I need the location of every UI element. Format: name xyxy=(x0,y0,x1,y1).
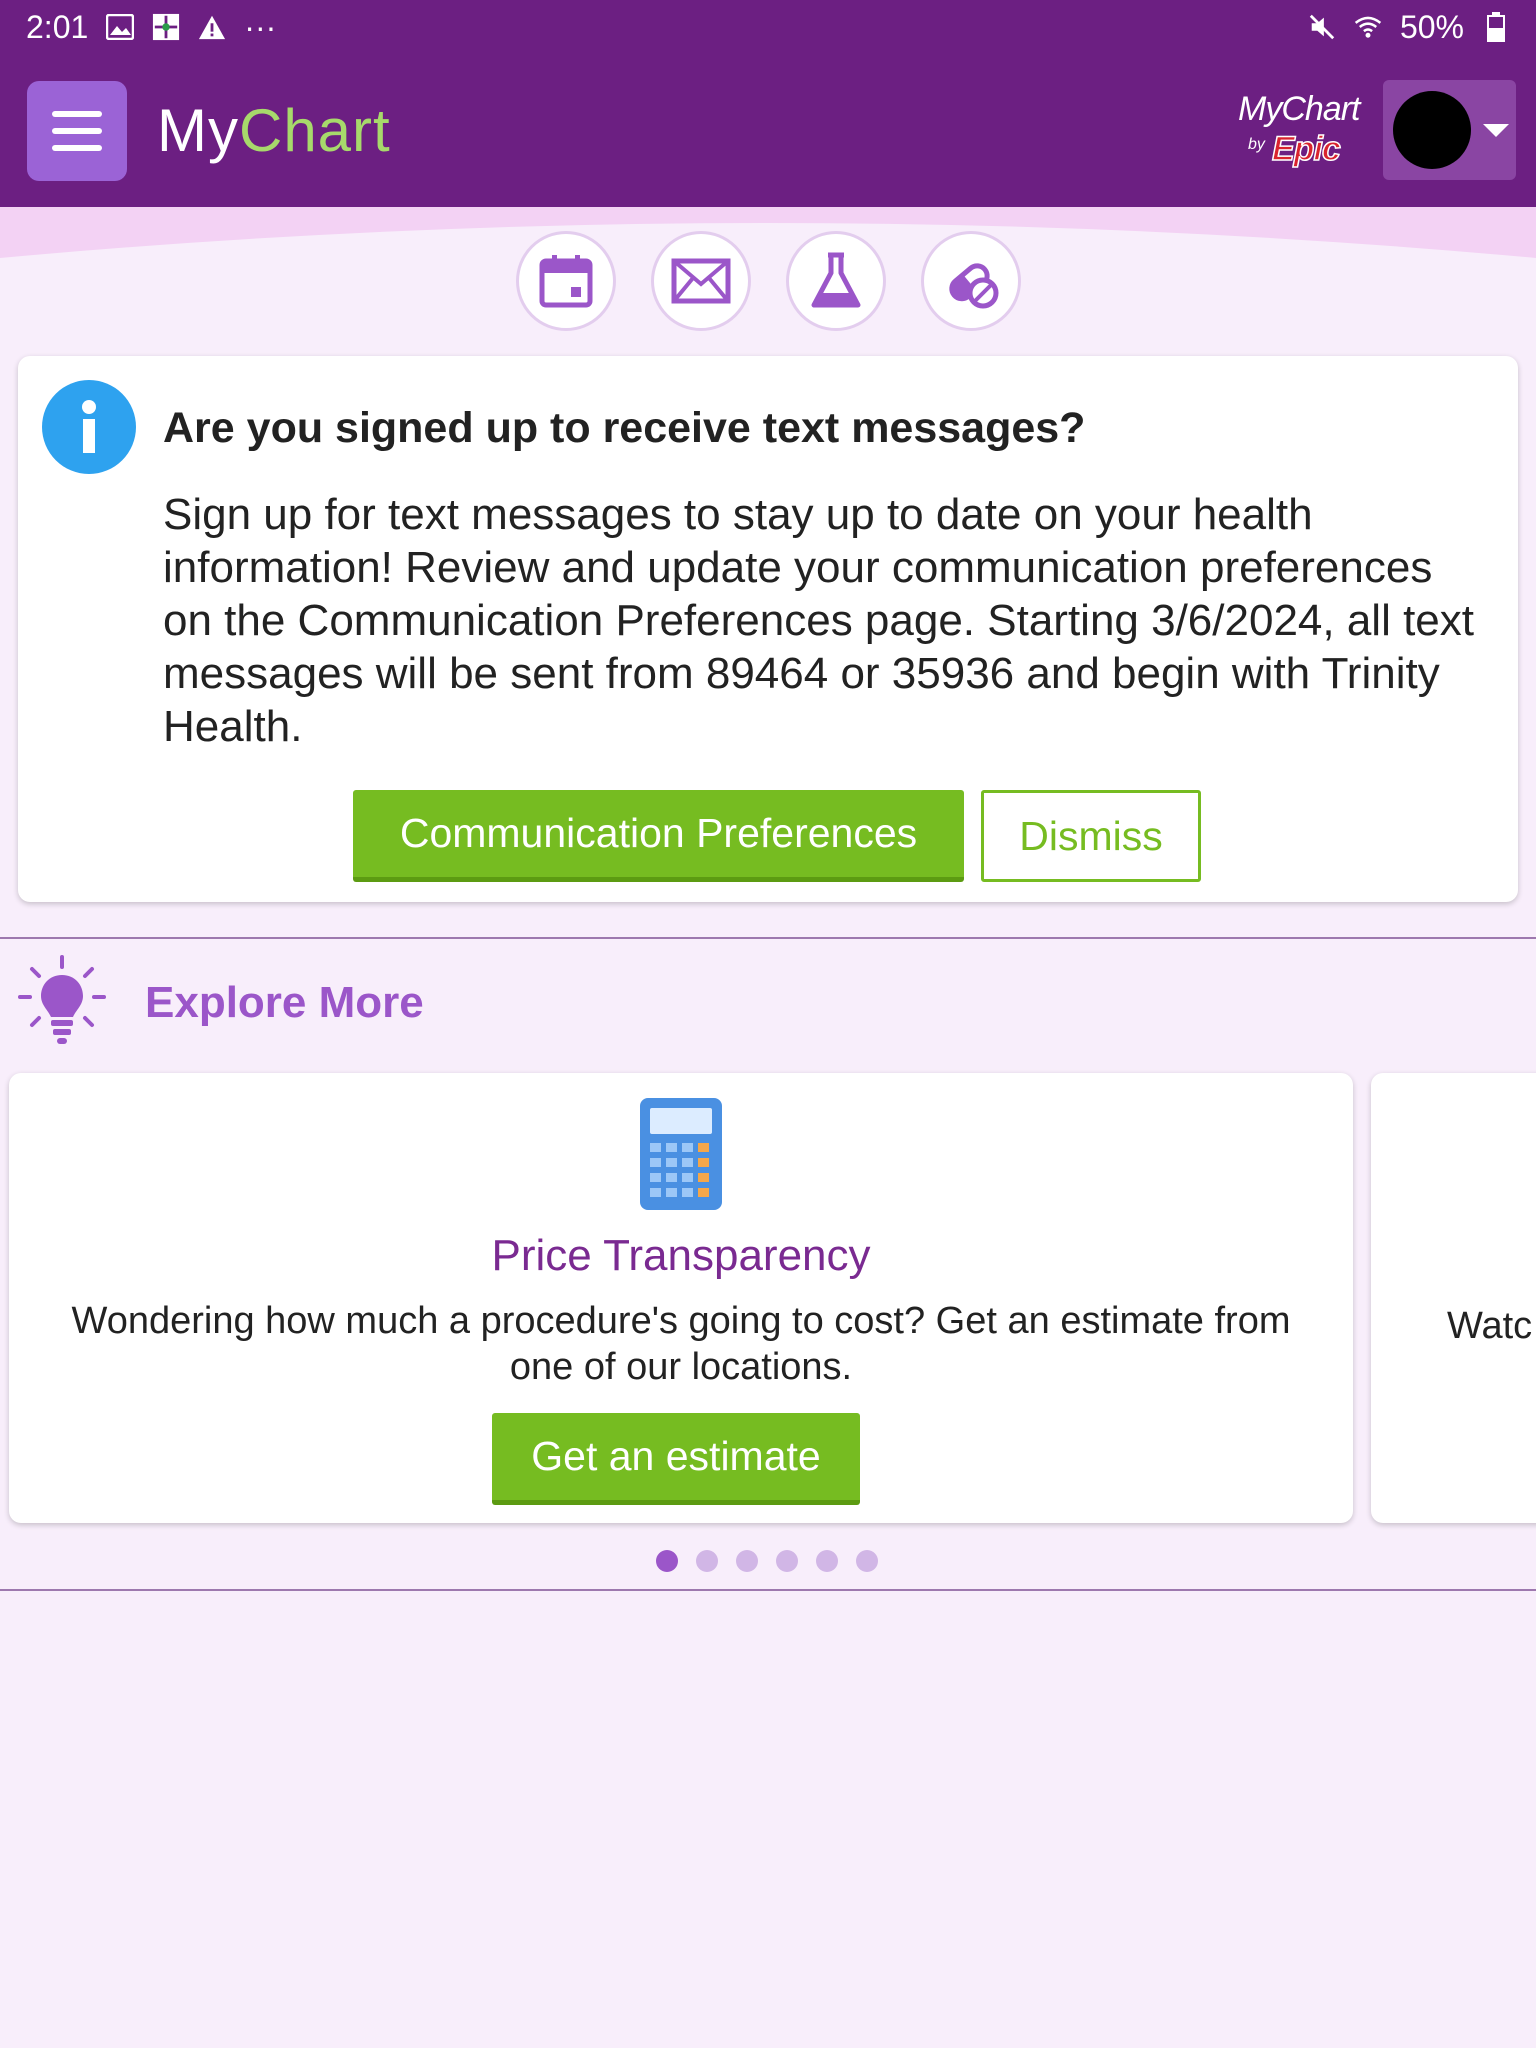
carousel-dot[interactable] xyxy=(696,1550,718,1572)
section-divider xyxy=(0,1589,1536,1591)
carousel-dot[interactable] xyxy=(736,1550,758,1572)
carousel-pagination xyxy=(656,1550,878,1572)
carousel-dot[interactable] xyxy=(856,1550,878,1572)
medications-button[interactable] xyxy=(921,231,1021,331)
more-notifications: ··· xyxy=(244,8,277,45)
app-header: MyChart MyChart by Epic xyxy=(0,54,1536,207)
explore-more-title: Explore More xyxy=(145,978,424,1027)
wifi-icon xyxy=(1354,13,1382,41)
status-time: 2:01 xyxy=(26,8,89,45)
carousel-dot[interactable] xyxy=(776,1550,798,1572)
lightbulb-icon xyxy=(18,955,106,1044)
app-icon xyxy=(152,13,180,41)
menu-button[interactable] xyxy=(27,81,127,181)
calculator-icon xyxy=(640,1098,722,1210)
pill-icon xyxy=(949,263,999,309)
battery-percent: 50% xyxy=(1399,8,1464,45)
flask-icon xyxy=(811,252,861,308)
section-divider xyxy=(0,937,1536,939)
text-message-alert-card: Are you signed up to receive text messag… xyxy=(18,356,1518,902)
warning-icon xyxy=(198,13,226,41)
next-promo-peek-text: Watc xyxy=(1447,1305,1533,1347)
info-icon xyxy=(42,380,136,474)
communication-preferences-button[interactable]: Communication Preferences xyxy=(353,790,964,882)
status-bar: 2:01 ··· 50% xyxy=(0,0,1536,54)
caret-down-icon xyxy=(1483,124,1509,137)
dismiss-button[interactable]: Dismiss xyxy=(981,790,1201,882)
header-curve xyxy=(0,207,1536,258)
avatar xyxy=(1393,91,1471,169)
alert-body: Sign up for text messages to stay up to … xyxy=(163,490,1474,751)
next-promo-card[interactable]: Watc xyxy=(1371,1073,1536,1523)
envelope-icon xyxy=(671,258,731,304)
test-results-button[interactable] xyxy=(786,231,886,331)
alert-title: Are you signed up to receive text messag… xyxy=(163,404,1086,452)
carousel-dot[interactable] xyxy=(656,1550,678,1572)
promo-title: Price Transparency xyxy=(491,1231,871,1280)
battery-icon xyxy=(1482,12,1510,42)
mute-icon xyxy=(1308,13,1336,41)
calendar-icon xyxy=(539,255,593,308)
appointments-button[interactable] xyxy=(516,231,616,331)
image-icon xyxy=(106,13,135,41)
account-menu-button[interactable] xyxy=(1383,80,1516,180)
get-estimate-button[interactable]: Get an estimate xyxy=(492,1413,860,1505)
price-transparency-card: Price Transparency Wondering how much a … xyxy=(9,1073,1353,1523)
carousel-dot[interactable] xyxy=(816,1550,838,1572)
app-logo: MyChart xyxy=(157,97,391,164)
hamburger-icon xyxy=(52,111,102,117)
messages-button[interactable] xyxy=(651,231,751,331)
promo-description: Wondering how much a procedure's going t… xyxy=(71,1300,1291,1388)
mychart-by-epic-logo: MyChart by Epic xyxy=(1238,90,1360,169)
